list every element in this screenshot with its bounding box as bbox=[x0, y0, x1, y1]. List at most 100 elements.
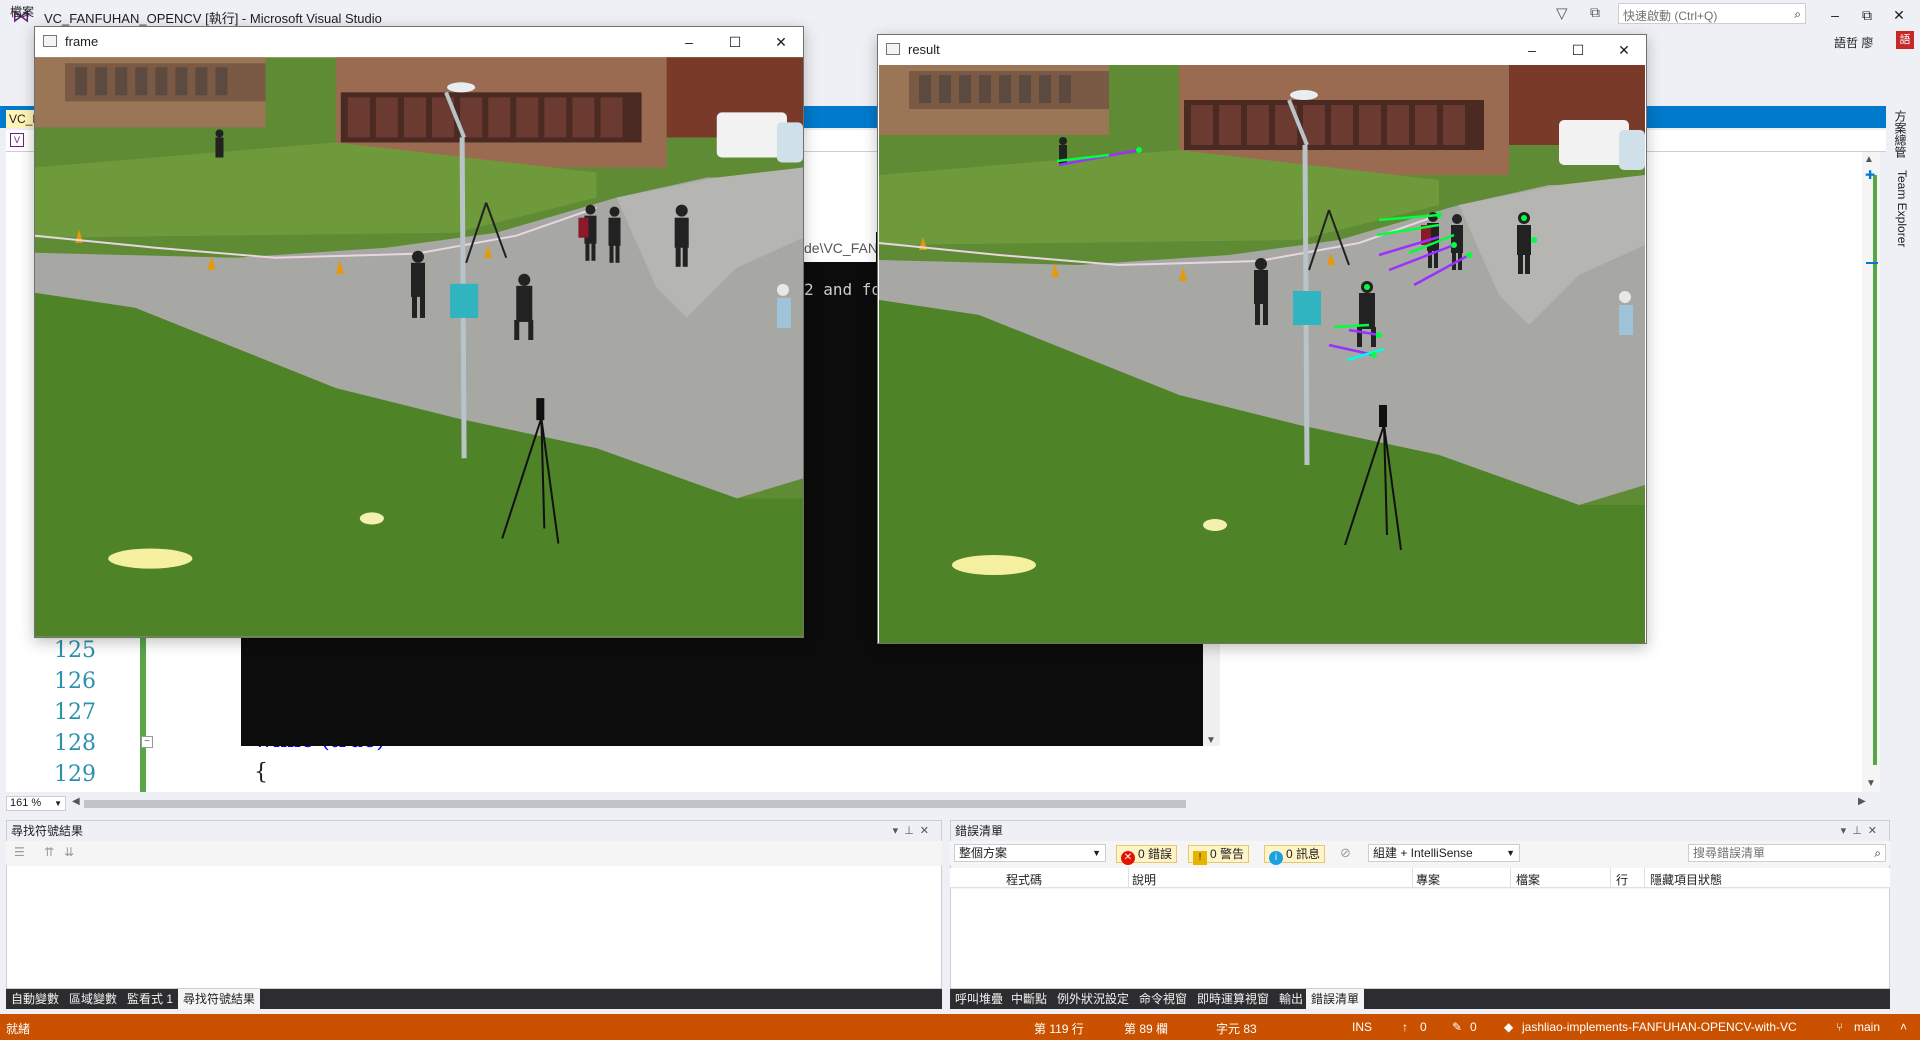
close-button[interactable]: ✕ bbox=[1602, 37, 1646, 63]
info-icon: i bbox=[1269, 851, 1283, 865]
zoom-value: 161 % bbox=[10, 797, 42, 809]
scroll-right-icon[interactable]: ▶ bbox=[1858, 796, 1866, 807]
column-header-line[interactable]: 行 bbox=[1616, 871, 1628, 888]
status-column: 第 89 欄 bbox=[1124, 1022, 1169, 1036]
close-button[interactable]: ✕ bbox=[1884, 4, 1914, 26]
tab-error-list[interactable]: 錯誤清單 bbox=[1306, 989, 1365, 1009]
result-window[interactable]: result – ☐ ✕ bbox=[877, 34, 1647, 644]
build-filter-select[interactable]: 組建 + IntelliSense ▼ bbox=[1368, 844, 1520, 862]
tab-exception-settings[interactable]: 例外狀況設定 bbox=[1052, 989, 1134, 1009]
branch-icon[interactable]: ⑂ bbox=[1836, 1020, 1843, 1034]
error-panel-title: 錯誤清單 bbox=[955, 824, 1004, 838]
close-button[interactable]: ✕ bbox=[759, 29, 803, 55]
scroll-left-icon[interactable]: ◀ bbox=[72, 796, 80, 807]
pencil-icon[interactable]: ✎ bbox=[1452, 1020, 1462, 1034]
expand-icon[interactable]: ⇊ bbox=[64, 845, 74, 859]
frame-title-bar[interactable]: frame – ☐ ✕ bbox=[35, 27, 803, 57]
find-results-list[interactable] bbox=[7, 866, 941, 988]
scroll-down-icon[interactable]: ▼ bbox=[1206, 735, 1216, 746]
chevron-down-icon: ▼ bbox=[1092, 848, 1101, 858]
chevron-down-icon: ▼ bbox=[54, 799, 62, 808]
maximize-button[interactable]: ☐ bbox=[713, 29, 757, 55]
messages-count: 0 訊息 bbox=[1286, 847, 1321, 861]
minimize-button[interactable]: – bbox=[667, 29, 711, 55]
tab-immediate-window[interactable]: 即時運算視窗 bbox=[1192, 989, 1274, 1009]
line-number: 125 bbox=[54, 638, 96, 663]
scope-select[interactable]: 整個方案 ▼ bbox=[954, 844, 1106, 862]
horizontal-scroll-thumb[interactable] bbox=[84, 800, 1186, 808]
user-name[interactable]: 語哲 廖 bbox=[1834, 34, 1873, 51]
column-header-file[interactable]: 檔案 bbox=[1516, 871, 1540, 888]
document-tab[interactable]: VC_F bbox=[6, 110, 34, 128]
status-char: 字元 83 bbox=[1216, 1022, 1257, 1036]
status-repository[interactable]: jashliao-implements-FANFUHAN-OPENCV-with… bbox=[1522, 1020, 1797, 1034]
error-icon: ✕ bbox=[1121, 851, 1135, 865]
arrow-up-icon[interactable]: ↑ bbox=[1402, 1020, 1408, 1034]
status-pencil-count[interactable]: 0 bbox=[1470, 1020, 1477, 1034]
find-panel-title: 尋找符號結果 bbox=[11, 824, 84, 838]
status-up-count[interactable]: 0 bbox=[1420, 1020, 1427, 1034]
console-output: 2 and for bbox=[804, 280, 878, 299]
error-list-body[interactable] bbox=[951, 889, 1889, 988]
minimize-button[interactable]: – bbox=[1510, 37, 1554, 63]
errors-filter-button[interactable]: ✕ 0 錯誤 bbox=[1116, 845, 1178, 865]
tab-watch-1[interactable]: 監看式 1 bbox=[122, 989, 178, 1009]
code-brace-line[interactable]: { bbox=[254, 760, 268, 785]
menu-file[interactable]: 檔案 bbox=[10, 3, 34, 20]
minimize-button[interactable]: – bbox=[1820, 4, 1850, 26]
tab-locals[interactable]: 區域變數 bbox=[64, 989, 122, 1009]
tab-team-explorer[interactable]: Team Explorer bbox=[1893, 170, 1909, 247]
tab-solution-explorer[interactable]: 方案總管 bbox=[1893, 110, 1909, 158]
status-line: 第 119 行 bbox=[1034, 1022, 1084, 1036]
error-list-search-input[interactable]: 搜尋錯誤清單 ⌕ bbox=[1688, 844, 1886, 862]
quick-launch-input[interactable]: 快速啟動 (Ctrl+Q) ⌕ bbox=[1618, 3, 1806, 24]
tab-find-symbol-results[interactable]: 尋找符號結果 bbox=[178, 989, 261, 1009]
feedback-icon[interactable]: ⧉ bbox=[1590, 4, 1600, 21]
status-ready: 就緒 bbox=[6, 1022, 31, 1036]
split-plus-icon[interactable]: ✚ bbox=[1865, 168, 1875, 182]
column-separator bbox=[1644, 868, 1645, 888]
repo-icon[interactable]: ◆ bbox=[1504, 1020, 1513, 1034]
restore-button[interactable]: ⧉ bbox=[1852, 4, 1882, 26]
line-number: 127 bbox=[54, 700, 96, 725]
messages-filter-button[interactable]: i0 訊息 bbox=[1264, 845, 1326, 865]
warnings-filter-button[interactable]: ! 0 警告 bbox=[1188, 845, 1250, 865]
error-panel-title-bar: 錯誤清單 ▾⊥✕ bbox=[951, 821, 1889, 841]
zoom-select[interactable]: 161 % ▼ bbox=[6, 796, 66, 811]
column-header-code[interactable]: 程式碼 bbox=[1006, 871, 1042, 888]
column-header-description[interactable]: 說明 bbox=[1132, 871, 1156, 888]
column-header-suppression-state[interactable]: 隱藏項目狀態 bbox=[1650, 871, 1722, 888]
list-icon[interactable]: ☰ bbox=[14, 845, 25, 859]
frame-window[interactable]: frame – ☐ ✕ bbox=[34, 26, 804, 638]
maximize-button[interactable]: ☐ bbox=[1556, 37, 1600, 63]
collapse-icon[interactable]: ⇈ bbox=[44, 845, 54, 859]
scroll-up-icon[interactable]: ▲ bbox=[1864, 154, 1874, 165]
status-branch[interactable]: main bbox=[1854, 1020, 1880, 1034]
column-separator bbox=[1412, 868, 1413, 888]
tab-call-stack[interactable]: 呼叫堆疊 bbox=[950, 989, 1008, 1009]
collapse-toggle[interactable]: − bbox=[141, 736, 153, 748]
line-number: 126 bbox=[54, 669, 96, 694]
tab-autos[interactable]: 自動變數 bbox=[6, 989, 64, 1009]
vertical-scrollbar[interactable] bbox=[1862, 152, 1880, 792]
warnings-count: 0 警告 bbox=[1210, 847, 1245, 861]
tab-breakpoints[interactable]: 中斷點 bbox=[1006, 989, 1052, 1009]
clear-filter-icon[interactable]: ⊘ bbox=[1340, 845, 1351, 861]
change-tracking-bar bbox=[140, 636, 146, 792]
column-header-project[interactable]: 專案 bbox=[1416, 871, 1440, 888]
chevron-up-icon[interactable]: ˄ bbox=[1900, 1020, 1907, 1034]
build-filter-value: 組建 + IntelliSense bbox=[1373, 846, 1473, 860]
window-icon bbox=[886, 43, 900, 55]
avatar[interactable]: 語 bbox=[1896, 31, 1914, 49]
panel-window-controls[interactable]: ▾⊥✕ bbox=[893, 821, 935, 841]
line-number: 128 bbox=[54, 731, 96, 756]
result-title-bar[interactable]: result – ☐ ✕ bbox=[878, 35, 1646, 65]
project-icon: V bbox=[10, 133, 24, 147]
quick-launch-placeholder: 快速啟動 (Ctrl+Q) bbox=[1623, 9, 1718, 23]
tab-command-window[interactable]: 命令視窗 bbox=[1134, 989, 1192, 1009]
panel-window-controls[interactable]: ▾⊥✕ bbox=[1841, 821, 1883, 841]
notification-filter-icon[interactable]: ▽ bbox=[1556, 4, 1568, 22]
tab-output[interactable]: 輸出 bbox=[1274, 989, 1308, 1009]
search-icon: ⌕ bbox=[1874, 846, 1881, 860]
scroll-down-icon[interactable]: ▼ bbox=[1866, 778, 1876, 789]
